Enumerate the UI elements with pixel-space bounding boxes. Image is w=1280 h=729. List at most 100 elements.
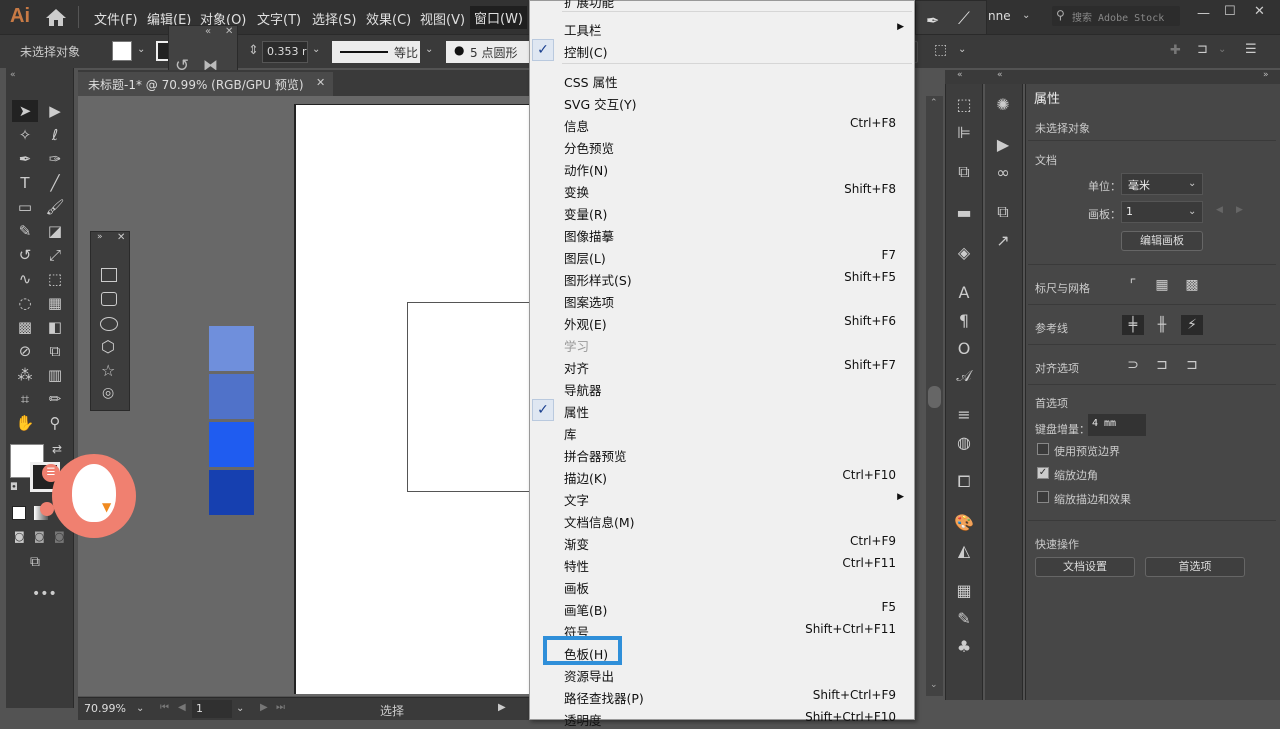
rulers-icon[interactable]: ⌜ <box>1122 275 1144 295</box>
menu-item[interactable]: SVG 交互(Y) <box>564 91 896 113</box>
rotate-tool-icon[interactable]: ↺ <box>12 244 38 266</box>
color-swatch[interactable] <box>209 326 254 371</box>
shaper-tool-icon[interactable]: ✎ <box>12 220 38 242</box>
bunny-assistant-widget[interactable]: ▼ <box>52 454 136 538</box>
home-icon[interactable] <box>44 6 68 28</box>
artboard-tool-icon[interactable]: ⌗ <box>12 388 38 410</box>
stroke-weight-field[interactable]: 0.353 r <box>262 41 308 63</box>
scroll-thumb[interactable] <box>928 386 941 408</box>
anchor-pen-icon[interactable]: ✒ <box>926 11 939 30</box>
mesh-tool-icon[interactable]: ▩ <box>12 316 38 338</box>
free-transform-tool-icon[interactable]: ⬚ <box>42 268 68 290</box>
chevron-down-icon[interactable]: ⌄ <box>1218 44 1226 55</box>
eraser-tool-icon[interactable]: ◪ <box>42 220 68 242</box>
scroll-up-icon[interactable]: ⌃ <box>930 98 938 108</box>
menu-item[interactable]: 分色预览 <box>564 135 896 157</box>
menu-item[interactable]: 变换 Shift+F8 <box>564 179 896 201</box>
lock-guides-icon[interactable]: ╫ <box>1151 315 1173 335</box>
menu-item[interactable]: 导航器 <box>564 377 896 399</box>
vertical-scrollbar[interactable]: ⌃ ⌄ <box>926 96 943 696</box>
rectangle-tool-icon[interactable]: ▭ <box>12 196 38 218</box>
menu-item[interactable]: 动作(N) <box>564 157 896 179</box>
menu-item[interactable]: 信息 Ctrl+F8 <box>564 113 896 135</box>
pathfinder-panel-icon[interactable]: ⧉ <box>946 158 982 186</box>
screen-mode-icon[interactable]: ⧉ <box>30 554 40 570</box>
align-icon[interactable]: ✚ <box>1170 43 1181 58</box>
collapse-icon[interactable]: « <box>997 70 1003 80</box>
menu-window[interactable]: 窗口(W) <box>470 6 527 29</box>
document-setup-button[interactable]: 文档设置 <box>1035 557 1135 577</box>
stroke-weight-dropdown[interactable]: ⌄ <box>312 44 320 55</box>
menu-item[interactable]: 扩展功能 <box>564 0 896 11</box>
stroke-panel-icon[interactable]: ≡ <box>946 400 982 428</box>
paintbrush-tool-icon[interactable]: 🖌 <box>42 196 68 218</box>
anchor-point-icon[interactable]: ⟋ <box>958 9 970 29</box>
artboard-dropdown[interactable]: ⌄ <box>236 703 244 714</box>
flare-tool-icon[interactable]: ◎ <box>102 385 114 401</box>
close-icon[interactable]: ✕ <box>225 26 233 37</box>
menu-item[interactable]: 属性 <box>564 399 896 421</box>
document-tab[interactable]: 未标题-1* @ 70.99% (RGB/GPU 预览) ✕ <box>78 72 333 96</box>
menu-view[interactable]: 视图(V) <box>420 9 465 28</box>
color-swatch[interactable] <box>209 422 254 467</box>
next-artboard-icon[interactable]: ▶ <box>260 702 268 713</box>
rectangle-shape[interactable] <box>407 302 530 492</box>
scroll-down-icon[interactable]: ⌄ <box>930 680 938 690</box>
widget-menu-icon[interactable]: ☰ <box>42 464 60 482</box>
chevron-down-icon[interactable]: ⌄ <box>958 44 966 55</box>
menu-item[interactable]: 对齐 Shift+F7 <box>564 355 896 377</box>
first-artboard-icon[interactable]: ⏮ <box>160 702 169 713</box>
widget-dot-icon[interactable] <box>40 502 54 516</box>
perspective-grid-tool-icon[interactable]: ▦ <box>42 292 68 314</box>
hand-tool-icon[interactable]: ✋ <box>12 412 38 434</box>
grid-icon[interactable]: ▦ <box>1151 275 1173 295</box>
transparency-grid-icon[interactable]: ▩ <box>1181 275 1203 295</box>
menu-item[interactable]: 拼合器预览 <box>564 443 896 465</box>
snap-icon[interactable]: ⊐ <box>1197 42 1208 57</box>
menu-select[interactable]: 选择(S) <box>312 9 356 28</box>
align-panel-icon[interactable]: ⊫ <box>946 118 982 146</box>
collapse-icon[interactable]: « <box>10 70 16 80</box>
use-preview-bounds-checkbox[interactable] <box>1037 443 1049 455</box>
snap-to-pixel-icon[interactable]: ⊐ <box>1181 355 1203 375</box>
curvature-tool-icon[interactable]: ✑ <box>42 148 68 170</box>
variable-width-profile[interactable]: 等比 <box>332 41 420 63</box>
select-similar-icon[interactable]: ⬚ <box>934 42 947 58</box>
menu-item[interactable]: 路径查找器(P) Shift+Ctrl+F9 <box>564 685 896 707</box>
fill-dropdown[interactable]: ⌄ <box>137 44 145 55</box>
menu-item[interactable]: 画板 <box>564 575 896 597</box>
snap-to-point-icon[interactable]: ⊃ <box>1122 355 1144 375</box>
layers-panel-icon[interactable]: ◈ <box>946 238 982 266</box>
swap-colors-icon[interactable]: ⇄ <box>52 442 62 456</box>
default-colors-icon[interactable]: ◘ <box>10 482 18 493</box>
shape-builder-tool-icon[interactable]: ◌ <box>12 292 38 314</box>
menu-item[interactable]: 图像描摹 <box>564 223 896 245</box>
artboard-number-field[interactable]: 1 <box>192 700 232 718</box>
menu-effect[interactable]: 效果(C) <box>366 9 411 28</box>
menu-file[interactable]: 文件(F) <box>94 9 138 28</box>
unit-select[interactable]: 毫米 ⌄ <box>1121 173 1203 195</box>
appearance-panel-icon[interactable]: ✺ <box>985 90 1021 118</box>
lasso-tool-icon[interactable]: ℓ <box>42 124 68 146</box>
menu-item[interactable]: 文字 ▶ <box>564 487 904 509</box>
artboards-panel-icon[interactable]: ⧠ <box>946 468 982 496</box>
chevron-down-icon[interactable]: ⌄ <box>1022 10 1030 21</box>
status-menu-icon[interactable]: ▶ <box>498 702 506 713</box>
artboard-select[interactable]: 1 ⌄ <box>1121 201 1203 223</box>
actions-panel-icon[interactable]: ▶ <box>985 130 1021 158</box>
draw-behind-icon[interactable]: ◙ <box>34 530 45 543</box>
scale-strokes-checkbox[interactable] <box>1037 491 1049 503</box>
direct-selection-tool-icon[interactable]: ▶ <box>42 100 68 122</box>
polygon-tool-icon[interactable]: ⬡ <box>101 337 115 356</box>
character-panel-icon[interactable]: A <box>946 278 982 306</box>
column-graph-tool-icon[interactable]: ▥ <box>42 364 68 386</box>
glyphs-panel-icon[interactable]: 𝒜 <box>946 362 982 390</box>
selection-tool-icon[interactable]: ➤ <box>12 100 38 122</box>
collapse-icon[interactable]: « <box>957 70 963 80</box>
smart-guides-icon[interactable]: ⚡ <box>1181 315 1203 335</box>
maximize-button[interactable]: ☐ <box>1224 4 1236 19</box>
zoom-dropdown[interactable]: ⌄ <box>136 703 144 714</box>
rounded-rectangle-tool-icon[interactable] <box>101 292 117 306</box>
profile-dropdown[interactable]: ⌄ <box>425 44 433 55</box>
menu-item[interactable]: 文档信息(M) <box>564 509 896 531</box>
